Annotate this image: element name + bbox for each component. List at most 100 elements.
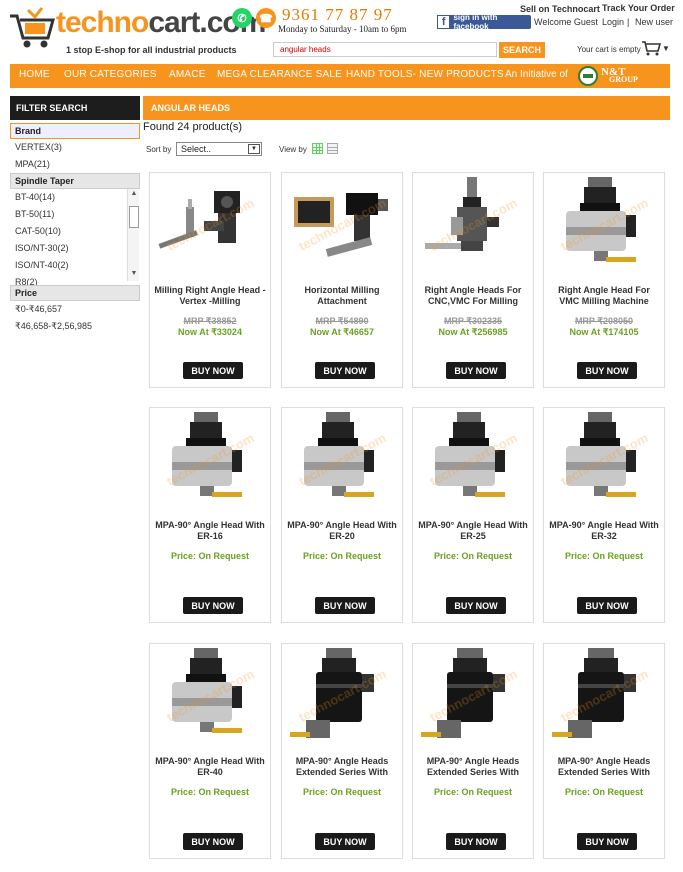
search-input[interactable]	[273, 42, 497, 57]
view-label: View by	[279, 145, 307, 154]
product-image[interactable]: technocart.com	[417, 177, 529, 277]
buy-now-button[interactable]: BUY NOW	[183, 362, 243, 379]
facet-brand-mpa[interactable]: MPA(21)	[10, 156, 140, 173]
facet-price-range[interactable]: ₹0-₹46,657	[10, 301, 140, 318]
product-image[interactable]: technocart.com	[286, 648, 398, 748]
welcome-text: Welcome Guest	[534, 17, 598, 27]
facet-brand-title[interactable]: Brand	[10, 123, 140, 139]
product-card[interactable]: technocart.com MPA-90° Angle Head With ER…	[149, 643, 271, 859]
product-mrp: MRP ₹302335	[443, 316, 503, 326]
product-card[interactable]: technocart.com Milling Right Angle Head -…	[149, 172, 271, 388]
logo-cart-icon	[10, 7, 55, 48]
buy-now-button[interactable]: BUY NOW	[315, 833, 375, 850]
product-name[interactable]: MPA-90° Angle Head With ER-40	[154, 756, 266, 780]
product-name[interactable]: MPA-90° Angle Heads Extended Series With	[548, 756, 660, 780]
product-image[interactable]: technocart.com	[417, 412, 529, 512]
product-image[interactable]: technocart.com	[154, 648, 266, 748]
product-card[interactable]: technocart.com Right Angle Heads For CNC,…	[412, 172, 534, 388]
facet-taper-item[interactable]: ISO/NT-40(2)	[10, 257, 140, 274]
nt-group-logo[interactable]: N&T GROUP	[578, 65, 670, 87]
product-image[interactable]: technocart.com	[548, 412, 660, 512]
buy-now-button[interactable]: BUY NOW	[315, 597, 375, 614]
product-price-request: Price: On Request	[170, 787, 250, 797]
scroll-down-icon[interactable]: ▼	[128, 269, 140, 279]
login-link[interactable]: Login	[602, 17, 624, 27]
facet-brand-vertex[interactable]: VERTEX(3)	[10, 139, 140, 156]
product-image[interactable]: technocart.com	[286, 412, 398, 512]
new-user-link[interactable]: New user	[635, 17, 673, 27]
buy-now-button[interactable]: BUY NOW	[446, 362, 506, 379]
facet-taper-item[interactable]: BT-40(14)	[10, 189, 140, 206]
buy-now-button[interactable]: BUY NOW	[446, 597, 506, 614]
product-card[interactable]: technocart.com MPA-90° Angle Head With ER…	[412, 407, 534, 623]
product-name[interactable]: MPA-90° Angle Head With ER-25	[417, 520, 529, 544]
phone-number: 9361 77 87 97	[282, 5, 393, 24]
product-card[interactable]: technocart.com MPA-90° Angle Heads Extend…	[543, 643, 665, 859]
facet-taper-title[interactable]: Spindle Taper	[10, 173, 140, 189]
buy-now-button[interactable]: BUY NOW	[183, 833, 243, 850]
product-image[interactable]: technocart.com	[548, 648, 660, 748]
product-image[interactable]: technocart.com	[154, 177, 266, 277]
cart-status[interactable]: Your cart is empty	[577, 45, 641, 54]
sell-link[interactable]: Sell on Technocart	[520, 4, 600, 14]
product-name[interactable]: MPA-90° Angle Head With ER-20	[286, 520, 398, 544]
facebook-signin-label: sign in with facebook	[453, 13, 498, 31]
taper-scrollbar[interactable]: ▲ ▼	[127, 189, 139, 281]
track-order-link[interactable]: Track Your Order	[602, 3, 675, 13]
phone-icon[interactable]: ☎	[256, 8, 276, 28]
facet-taper-item[interactable]: BT-50(11)	[10, 206, 140, 223]
nav-mega-clearance-sale[interactable]: MEGA CLEARANCE SALE	[217, 69, 342, 80]
facet-taper-item[interactable]: R8(2)	[10, 274, 140, 285]
link-separator: |	[627, 17, 630, 27]
site-logo[interactable]: technocart.com 1 stop E-shop for all ind…	[8, 4, 266, 60]
facet-price-title[interactable]: Price	[10, 285, 140, 301]
product-card[interactable]: technocart.com MPA-90° Angle Heads Extend…	[281, 643, 403, 859]
buy-now-button[interactable]: BUY NOW	[183, 597, 243, 614]
product-card[interactable]: technocart.com Right Angle Head For VMC M…	[543, 172, 665, 388]
product-name[interactable]: MPA-90° Angle Head With ER-16	[154, 520, 266, 544]
scroll-up-icon[interactable]: ▲	[128, 189, 140, 199]
globe-icon	[578, 66, 598, 86]
product-name[interactable]: MPA-90° Angle Heads Extended Series With	[417, 756, 529, 780]
product-card[interactable]: technocart.com MPA-90° Angle Head With ER…	[281, 407, 403, 623]
grid-view-icon[interactable]	[312, 143, 323, 154]
product-card[interactable]: technocart.com MPA-90° Angle Heads Extend…	[412, 643, 534, 859]
product-price-request: Price: On Request	[302, 787, 382, 797]
scrollbar-thumb[interactable]	[129, 206, 139, 228]
nav-amace[interactable]: AMACE	[169, 69, 206, 80]
facet-price-range[interactable]: ₹46,658-₹2,56,985	[10, 318, 140, 335]
buy-now-button[interactable]: BUY NOW	[577, 833, 637, 850]
product-card[interactable]: technocart.com Horizontal Milling Attachm…	[281, 172, 403, 388]
product-name[interactable]: Right Angle Heads For CNC,VMC For Millin…	[417, 285, 529, 309]
sort-select[interactable]: Select.. ▼	[176, 142, 262, 156]
search-button[interactable]: SEARCH	[499, 42, 545, 58]
buy-now-button[interactable]: BUY NOW	[577, 597, 637, 614]
product-image[interactable]: technocart.com	[548, 177, 660, 277]
facebook-signin-button[interactable]: f sign in with facebook	[437, 13, 531, 31]
chevron-down-icon[interactable]: ▼	[662, 44, 670, 53]
buy-now-button[interactable]: BUY NOW	[446, 833, 506, 850]
product-card[interactable]: technocart.com MPA-90° Angle Head With ER…	[149, 407, 271, 623]
nav-hand-tools[interactable]: HAND TOOLS- NEW PRODUCTS	[346, 69, 504, 80]
product-image[interactable]: technocart.com	[286, 177, 398, 277]
nav-home[interactable]: HOME	[19, 69, 50, 80]
product-image[interactable]: technocart.com	[417, 648, 529, 748]
product-card[interactable]: technocart.com MPA-90° Angle Head With ER…	[543, 407, 665, 623]
product-name[interactable]: Milling Right Angle Head - Vertex -Milli…	[154, 285, 266, 309]
product-name[interactable]: Right Angle Head For VMC Milling Machine	[548, 285, 660, 309]
nav-our-categories[interactable]: OUR CATEGORIES	[64, 69, 157, 80]
buy-now-button[interactable]: BUY NOW	[577, 362, 637, 379]
shopping-cart-icon[interactable]	[641, 40, 661, 56]
list-view-icon[interactable]	[327, 143, 338, 154]
product-name[interactable]: MPA-90° Angle Heads Extended Series With	[286, 756, 398, 780]
product-image[interactable]: technocart.com	[154, 412, 266, 512]
whatsapp-icon[interactable]: ✆	[232, 8, 252, 28]
buy-now-button[interactable]: BUY NOW	[315, 362, 375, 379]
facet-taper-item[interactable]: CAT-50(10)	[10, 223, 140, 240]
sort-label: Sort by	[146, 145, 172, 154]
product-price: Now At ₹46657	[310, 327, 374, 337]
product-name[interactable]: MPA-90° Angle Head With ER-32	[548, 520, 660, 544]
logo-text-a: techno	[56, 6, 149, 39]
product-name[interactable]: Horizontal Milling Attachment	[286, 285, 398, 309]
facet-taper-item[interactable]: ISO/NT-30(2)	[10, 240, 140, 257]
